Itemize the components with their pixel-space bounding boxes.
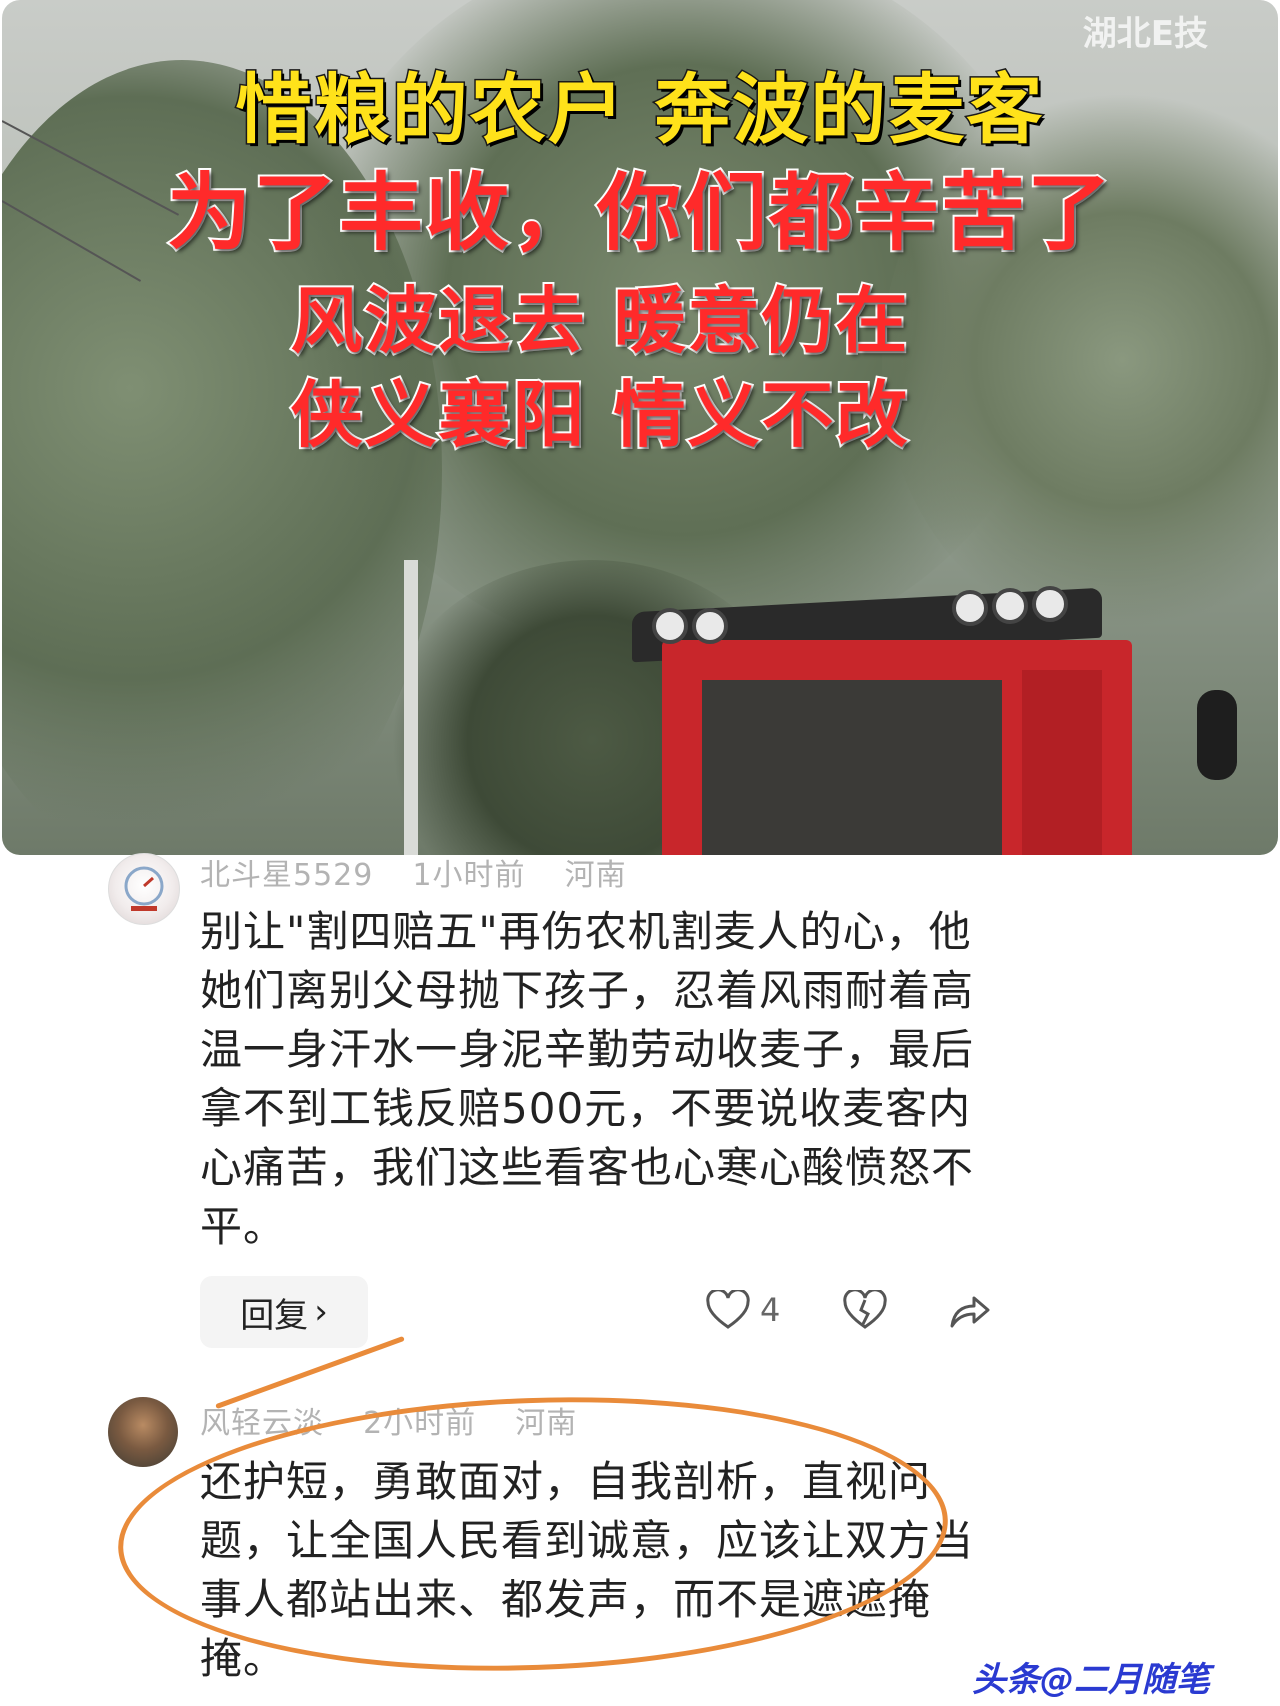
dislike-button[interactable] (843, 1290, 887, 1330)
headlight (952, 590, 988, 626)
chevron-right-icon: › (314, 1292, 328, 1332)
heart-icon (706, 1290, 750, 1329)
avatar[interactable] (108, 1397, 178, 1467)
comment-meta: 风轻云淡 2小时前 河南 (200, 1398, 577, 1442)
comment-text: 别让"割四赔五"再伤农机割麦人的心，他她们离别父母抛下孩子，忍着风雨耐着高温一身… (200, 907, 975, 1251)
reply-label: 回复 (240, 1295, 309, 1336)
comment-text: 还护短，勇敢面对，自我剖析，直视问题，让全国人民看到诚意，应该让双方当事人都站出… (200, 1457, 975, 1683)
avatar[interactable] (108, 853, 180, 925)
comment-location: 河南 (564, 858, 627, 893)
like-count: 4 (760, 1291, 781, 1329)
comment-location: 河南 (515, 1406, 578, 1441)
overlay-title-line-2: 为了丰收，你们都辛苦了 (165, 162, 1113, 264)
comment-username[interactable]: 风轻云淡 (200, 1406, 324, 1441)
headlight (652, 608, 688, 644)
like-button[interactable]: 4 (706, 1290, 780, 1330)
comment-time: 2小时前 (363, 1406, 477, 1441)
overlay-title-line-4: 侠义襄阳 情义不改 (288, 371, 910, 459)
headlight (1032, 586, 1068, 622)
overlay-title-line-3: 风波退去 暖意仍在 (288, 277, 910, 365)
side-mirror (1197, 690, 1237, 780)
utility-pole (404, 560, 418, 855)
share-icon (950, 1296, 990, 1328)
overlay-title-line-1: 惜粮的农户 奔波的麦客 (234, 64, 1045, 156)
headlight (992, 588, 1028, 624)
comment-time: 1小时前 (412, 858, 526, 893)
thermometer-icon (124, 866, 164, 911)
video-thumbnail[interactable]: 湖北E技 惜粮的农户 奔波的麦客 为了丰收，你们都辛苦了 风波退去 暖意仍在 侠… (2, 0, 1278, 855)
comment-meta: 北斗星5529 1小时前 河南 (200, 850, 627, 894)
comment-username[interactable]: 北斗星5529 (200, 858, 373, 893)
brand-watermark: 头条@二月随笔 (972, 1660, 1210, 1700)
share-button[interactable] (948, 1290, 992, 1330)
harvester-cab (632, 586, 1142, 855)
broken-heart-icon (843, 1290, 887, 1329)
headlight (692, 608, 728, 644)
reply-button[interactable]: 回复 › (200, 1276, 368, 1348)
